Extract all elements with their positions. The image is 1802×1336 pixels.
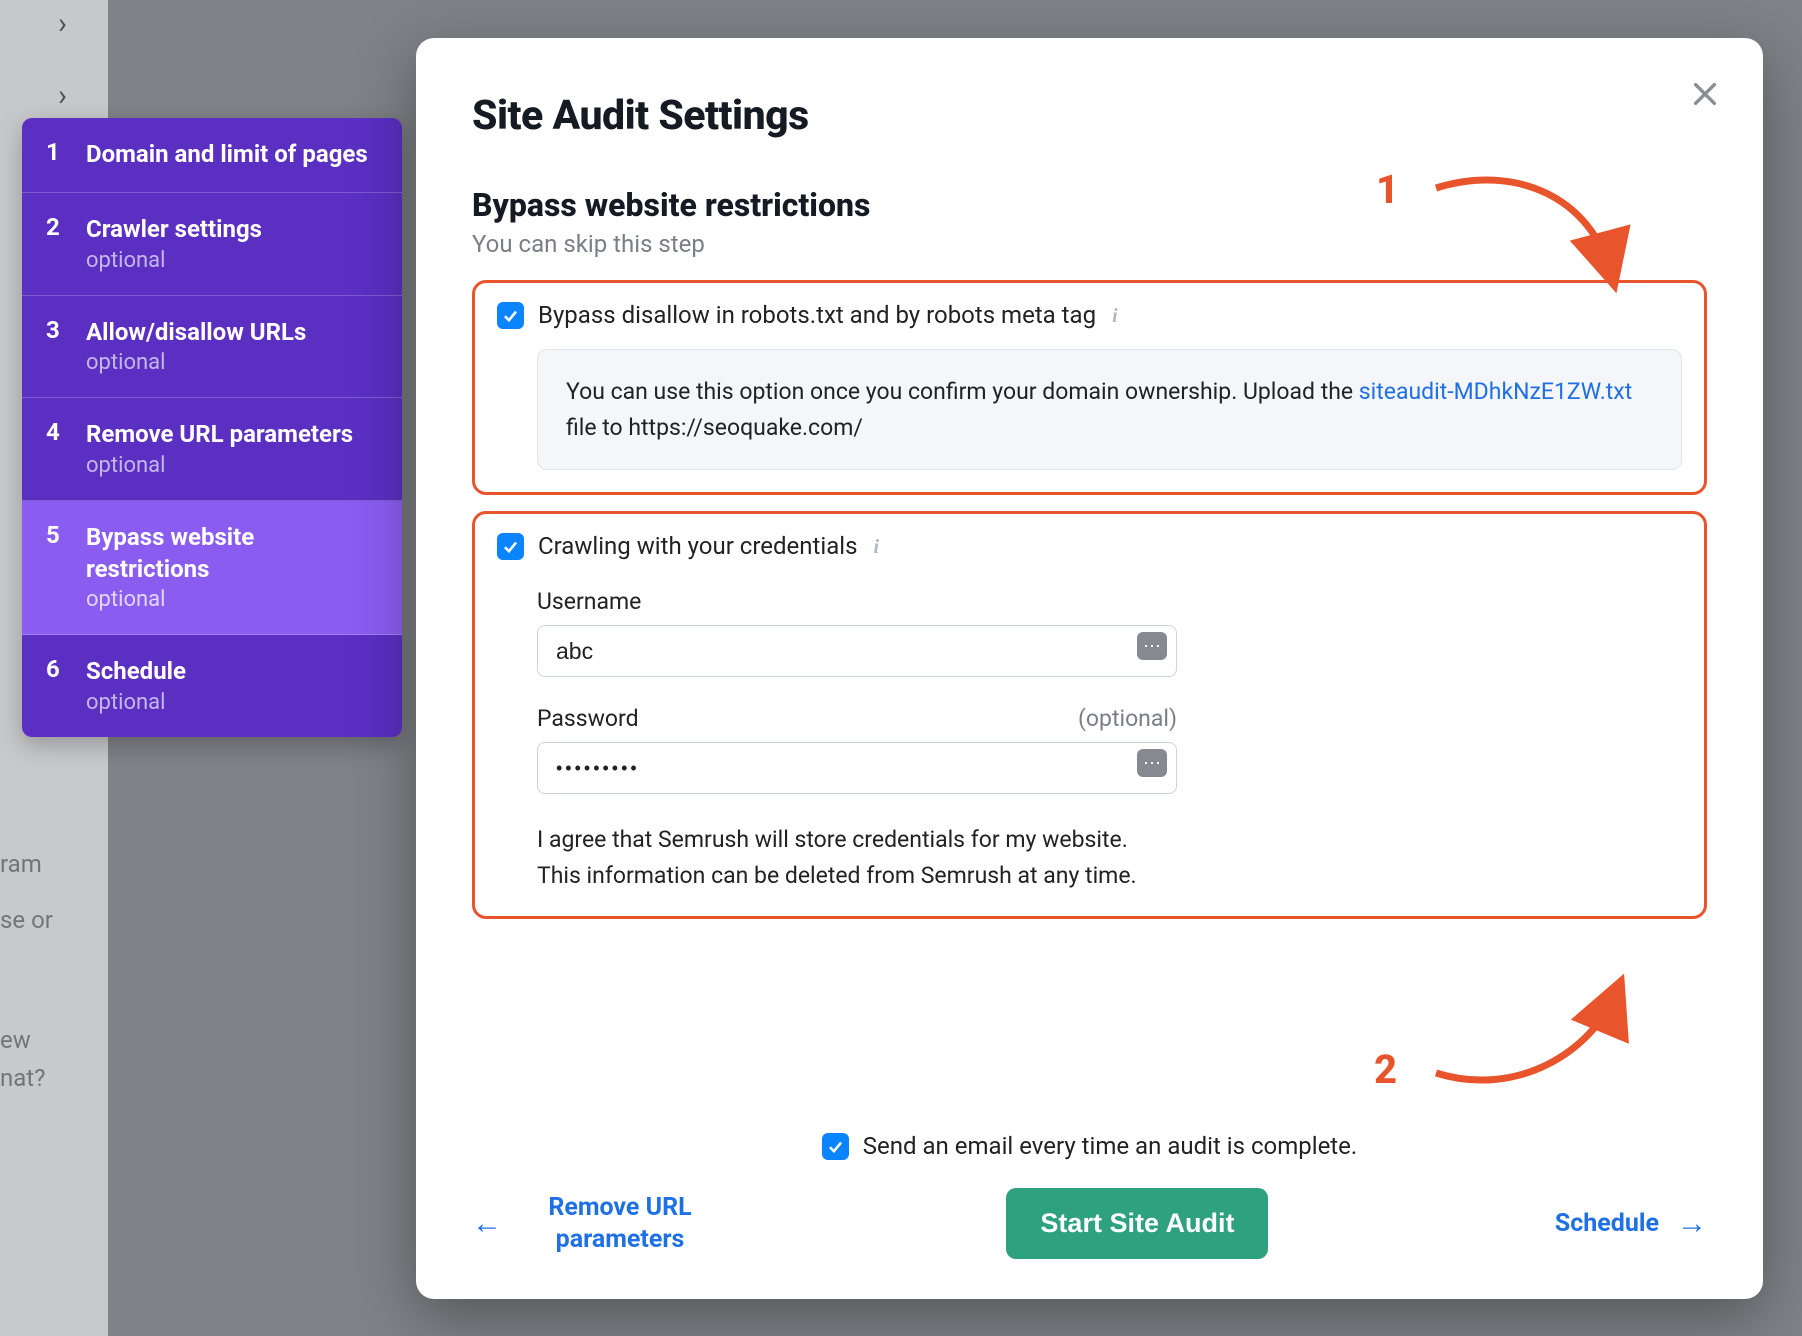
annotation-arrow-2: [1416, 968, 1636, 1098]
info-icon[interactable]: i: [874, 536, 894, 556]
password-input[interactable]: [537, 742, 1177, 794]
bypass-robots-checkbox[interactable]: [497, 302, 524, 329]
background-text: se or: [0, 902, 80, 938]
arrow-left-icon: ←: [472, 1206, 502, 1241]
credentials-checkbox[interactable]: [497, 533, 524, 560]
password-optional: (optional): [1078, 705, 1177, 732]
bypass-robots-label: Bypass disallow in robots.txt and by rob…: [538, 301, 1096, 329]
arrow-right-icon: →: [1677, 1206, 1707, 1241]
sidebar-step-bypass[interactable]: 5 Bypass website restrictions optional: [22, 501, 402, 636]
step-number: 5: [46, 521, 64, 613]
step-optional: optional: [86, 350, 378, 375]
annotation-number-2: 2: [1374, 1046, 1397, 1093]
email-checkbox[interactable]: [822, 1133, 849, 1160]
check-icon: [826, 1137, 845, 1156]
modal-footer: Send an email every time an audit is com…: [472, 1132, 1707, 1259]
step-optional: optional: [86, 587, 378, 612]
step-title: Remove URL parameters: [86, 418, 378, 450]
email-label: Send an email every time an audit is com…: [863, 1132, 1357, 1160]
check-icon: [501, 537, 520, 556]
input-suggestion-icon[interactable]: ⋯: [1137, 632, 1167, 660]
section-hint: You can skip this step: [472, 230, 1707, 258]
chevron-right-icon: ›: [58, 6, 67, 41]
bypass-robots-card: Bypass disallow in robots.txt and by rob…: [472, 280, 1707, 495]
step-title: Schedule: [86, 655, 378, 687]
sidebar-step-remove-params[interactable]: 4 Remove URL parameters optional: [22, 398, 402, 500]
credentials-card: Crawling with your credentials i Usernam…: [472, 511, 1707, 918]
ownership-hint: You can use this option once you confirm…: [537, 349, 1682, 470]
ownership-file-link[interactable]: siteaudit-MDhkNzE1ZW.txt: [1359, 378, 1632, 405]
next-step-label: Schedule: [1555, 1208, 1659, 1239]
prev-step-label: Remove URL parameters: [520, 1192, 720, 1255]
credentials-agree-text: I agree that Semrush will store credenti…: [537, 822, 1157, 893]
sidebar-step-crawler[interactable]: 2 Crawler settings optional: [22, 193, 402, 295]
step-number: 2: [46, 213, 64, 272]
sidebar-step-schedule[interactable]: 6 Schedule optional: [22, 635, 402, 736]
step-optional: optional: [86, 453, 378, 478]
chevron-right-icon: ›: [58, 78, 67, 113]
credentials-label: Crawling with your credentials: [538, 532, 858, 560]
step-number: 6: [46, 655, 64, 714]
step-title: Domain and limit of pages: [86, 138, 378, 170]
settings-modal: Site Audit Settings Bypass website restr…: [416, 38, 1763, 1299]
step-title: Crawler settings: [86, 213, 378, 245]
modal-title: Site Audit Settings: [472, 92, 1707, 140]
info-icon[interactable]: i: [1112, 305, 1132, 325]
background-text: nat?: [0, 1060, 80, 1096]
close-button[interactable]: [1681, 70, 1729, 118]
background-text: ram: [0, 846, 80, 882]
step-number: 3: [46, 316, 64, 375]
hint-text-post: file to https://seoquake.com/: [566, 414, 863, 441]
sidebar-step-domain[interactable]: 1 Domain and limit of pages: [22, 118, 402, 193]
prev-step-button[interactable]: ← Remove URL parameters: [472, 1192, 720, 1255]
next-step-button[interactable]: Schedule →: [1555, 1206, 1707, 1241]
background-text: ew: [0, 1022, 80, 1058]
wizard-sidebar: 1 Domain and limit of pages 2 Crawler se…: [22, 118, 402, 737]
close-icon: [1689, 78, 1721, 110]
username-input[interactable]: [537, 625, 1177, 677]
input-suggestion-icon[interactable]: ⋯: [1137, 749, 1167, 777]
step-title: Bypass website restrictions: [86, 521, 378, 586]
section-title: Bypass website restrictions: [472, 186, 1707, 224]
password-label: Password: [537, 705, 639, 732]
sidebar-step-allow-disallow[interactable]: 3 Allow/disallow URLs optional: [22, 296, 402, 398]
annotation-number-1: 1: [1376, 166, 1399, 213]
step-number: 1: [46, 138, 64, 170]
hint-text-pre: You can use this option once you confirm…: [566, 378, 1359, 405]
check-icon: [501, 306, 520, 325]
start-audit-button[interactable]: Start Site Audit: [1006, 1188, 1268, 1259]
step-optional: optional: [86, 248, 378, 273]
step-number: 4: [46, 418, 64, 477]
username-label: Username: [537, 588, 641, 615]
step-title: Allow/disallow URLs: [86, 316, 378, 348]
step-optional: optional: [86, 690, 378, 715]
